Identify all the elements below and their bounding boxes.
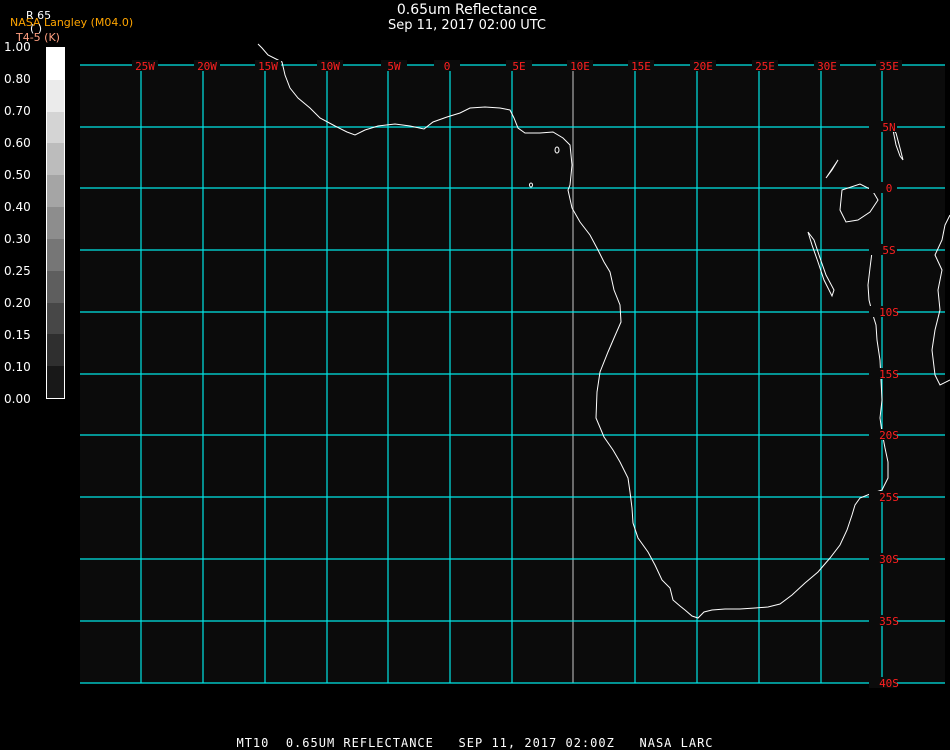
longitude-label: 10W: [320, 60, 340, 73]
longitude-label: 30E: [817, 60, 837, 73]
longitude-label: 25W: [135, 60, 155, 73]
longitude-label: 10E: [570, 60, 590, 73]
longitude-label: 5E: [512, 60, 525, 73]
footer-caption: MT10 0.65UM REFLECTANCE SEP 11, 2017 02:…: [236, 736, 714, 750]
longitude-label: 5W: [387, 60, 401, 73]
longitude-label: 25E: [755, 60, 775, 73]
colorbar-band: [47, 48, 64, 80]
colorbar-band: [47, 334, 64, 367]
colorbar-tick-label: 0.60: [4, 136, 31, 150]
longitude-label: 15W: [258, 60, 278, 73]
colorbar-band: [47, 143, 64, 176]
source-label: NASA Langley (M04.0): [10, 16, 134, 29]
colorbar-tick-label: 0.10: [4, 360, 31, 374]
colorbar-tick-label: 0.70: [4, 104, 31, 118]
latitude-label: 25S: [879, 491, 899, 504]
satellite-map: 25W 20W 15W 10W 5W 0 5E 10E 15E 20E 25E 30E 35E 5N 0 5S…: [80, 43, 950, 690]
colorbar-tick-label: 0.25: [4, 264, 31, 278]
colorbar-tick-label: 0.20: [4, 296, 31, 310]
colorbar-band: [47, 207, 64, 239]
longitude-label: 20E: [693, 60, 713, 73]
latitude-label: 40S: [879, 677, 899, 690]
colorbar-band: [47, 302, 64, 335]
latitude-label: 5S: [882, 244, 895, 257]
colorbar-band: [47, 366, 64, 398]
colorbar-band: [47, 111, 64, 144]
longitude-label: 0: [444, 60, 451, 73]
latitude-label-bg: [869, 182, 897, 193]
secondary-label: T4-5 (K): [16, 31, 60, 44]
colorbar-tick-label: 0.80: [4, 72, 31, 86]
latitude-label: 20S: [879, 429, 899, 442]
latitude-label: 0: [886, 182, 893, 195]
colorbar-tick-label: 0.00: [4, 392, 31, 406]
longitude-label: 20W: [197, 60, 217, 73]
colorbar: [46, 47, 65, 399]
latitude-label: 15S: [879, 368, 899, 381]
latitude-label: 10S: [879, 306, 899, 319]
longitude-label: 35E: [879, 60, 899, 73]
colorbar-tick-label: 0.40: [4, 200, 31, 214]
latitude-label: 30S: [879, 553, 899, 566]
colorbar-tick-label: 0.30: [4, 232, 31, 246]
latitude-label: 5N: [882, 121, 895, 134]
colorbar-tick-label: 0.50: [4, 168, 31, 182]
longitude-label: 15E: [631, 60, 651, 73]
colorbar-band: [47, 79, 64, 112]
latitude-label: 35S: [879, 615, 899, 628]
colorbar-tick-label: 0.15: [4, 328, 31, 342]
colorbar-band: [47, 270, 64, 303]
colorbar-band: [47, 175, 64, 208]
colorbar-band: [47, 238, 64, 271]
